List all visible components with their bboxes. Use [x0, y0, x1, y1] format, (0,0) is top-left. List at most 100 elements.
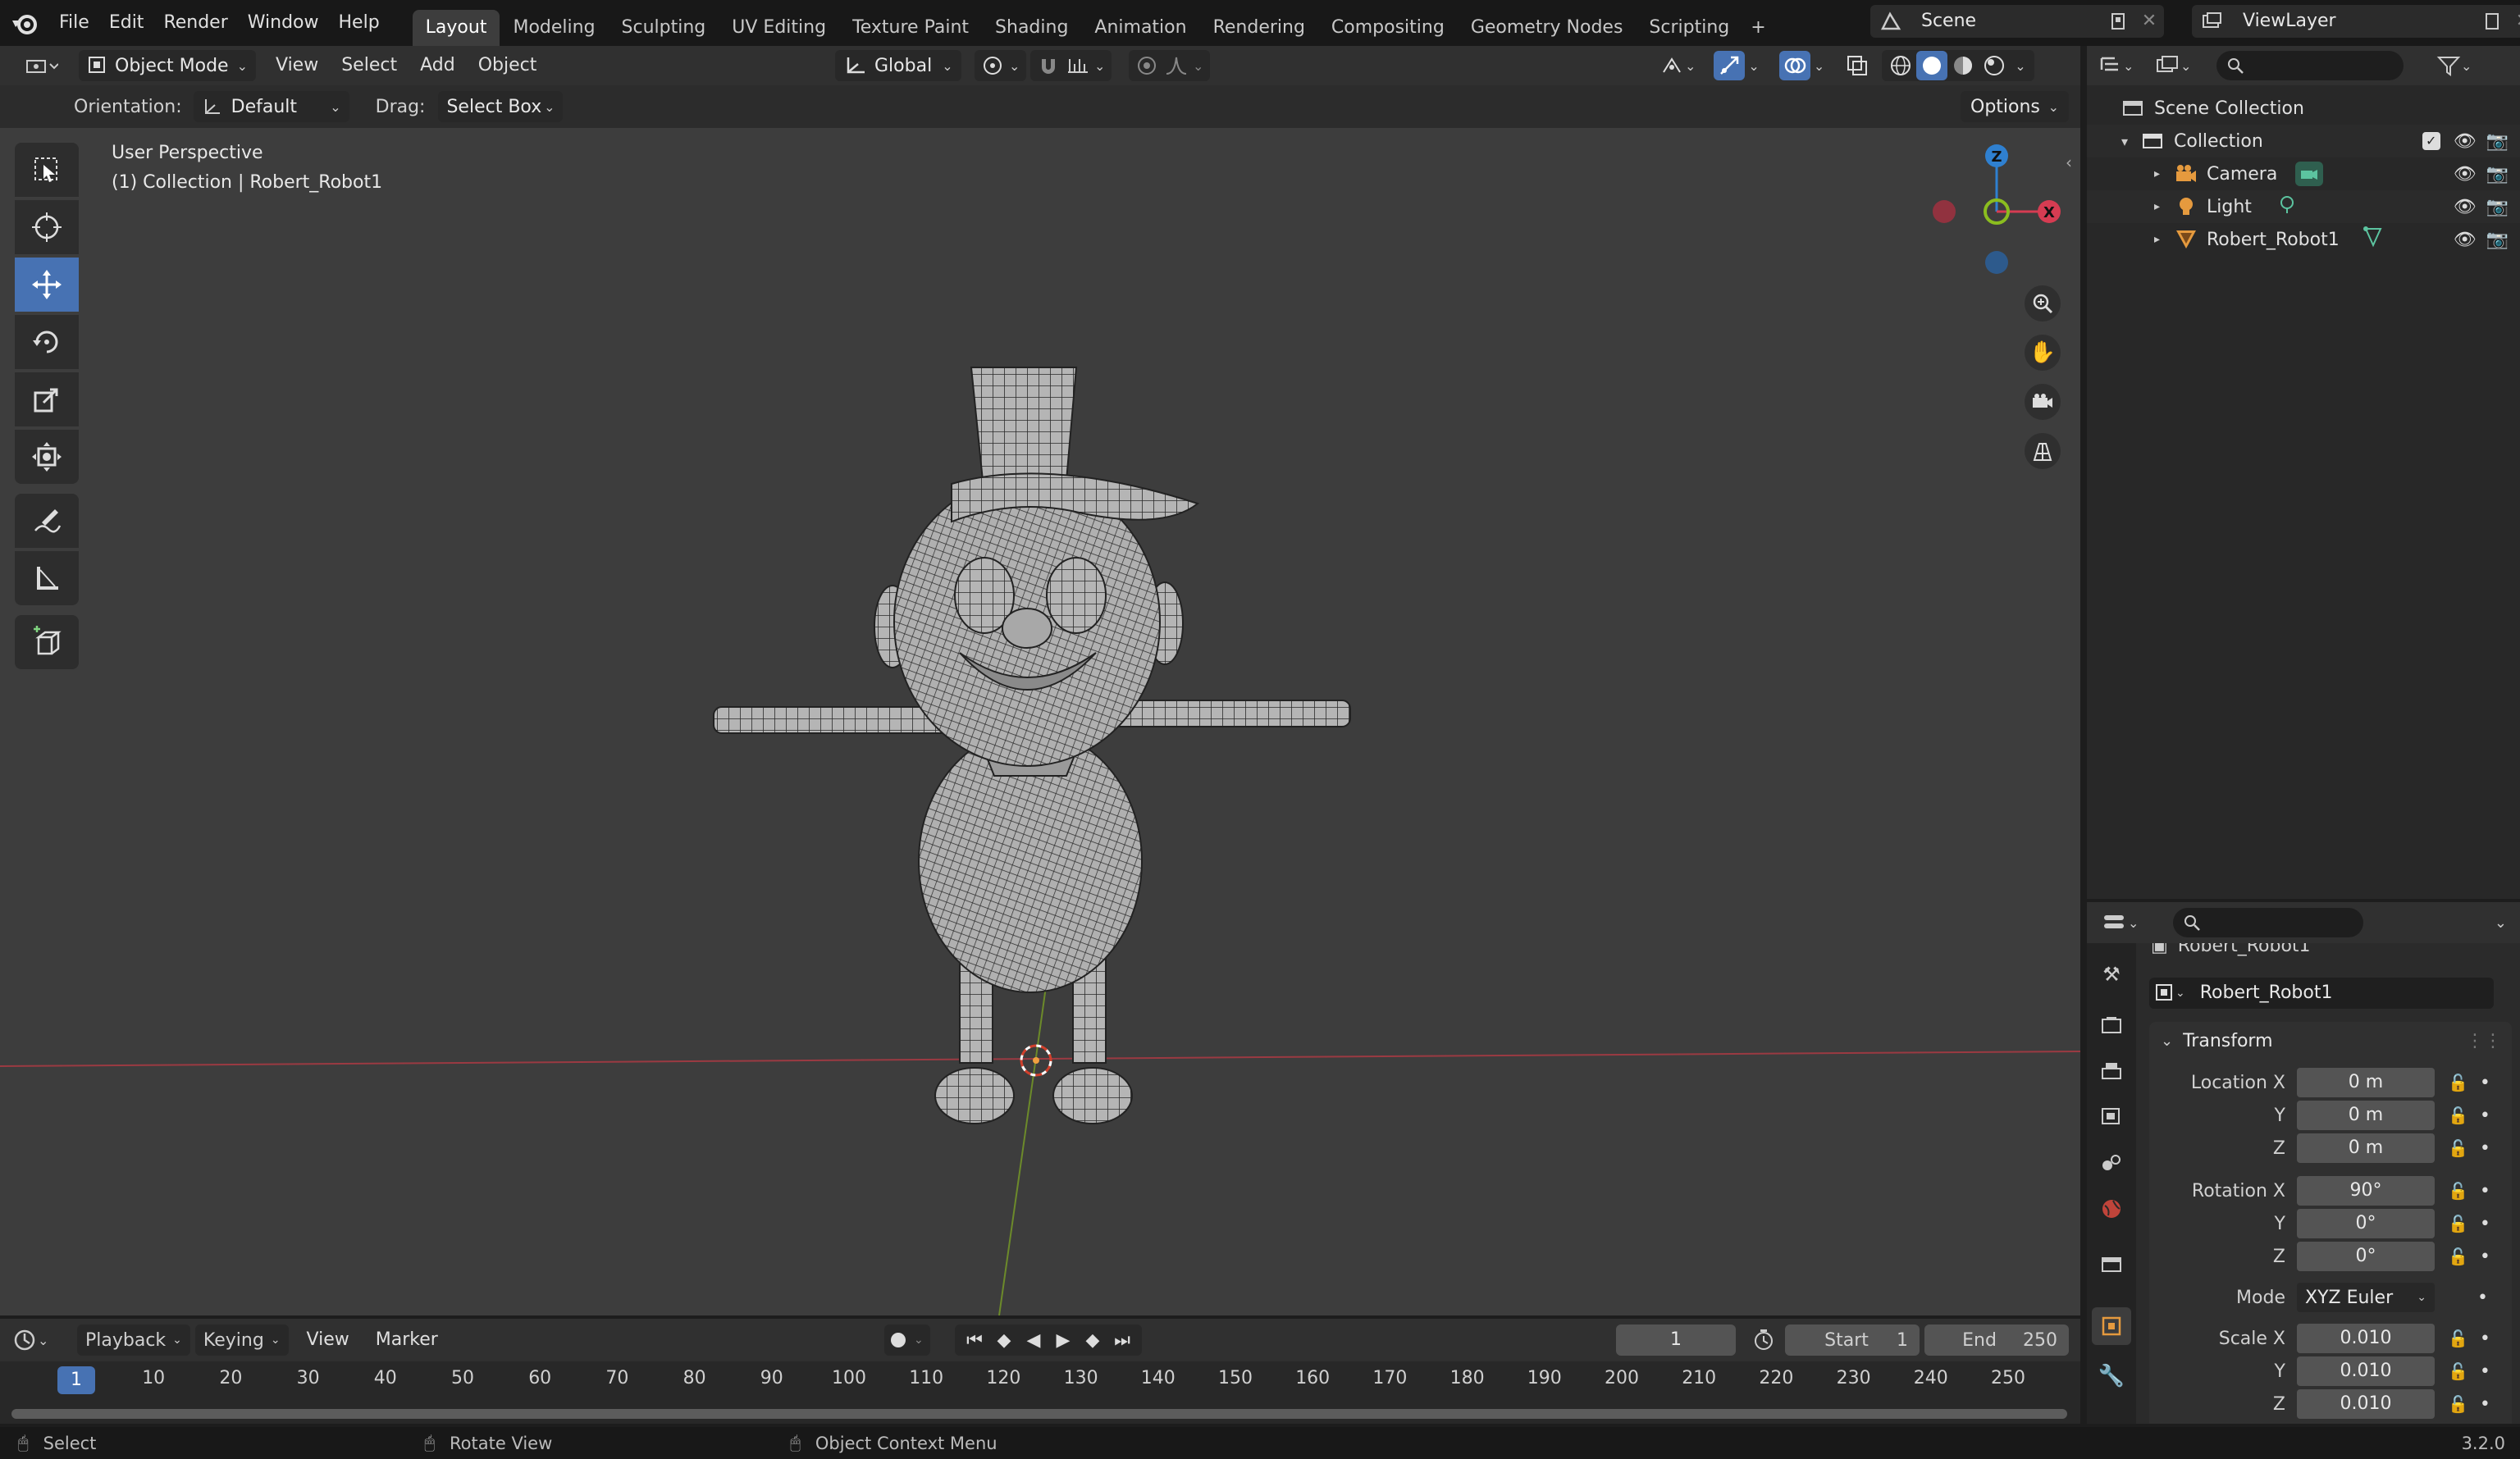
menu-help[interactable]: Help	[329, 7, 390, 39]
tab-scripting[interactable]: Scripting	[1636, 10, 1742, 46]
next-keyframe-icon[interactable]: ◆	[1078, 1330, 1107, 1351]
start-frame-field[interactable]: Start 1	[1785, 1324, 1920, 1356]
outliner-filter[interactable]: ⌄	[2436, 54, 2472, 77]
snap-magnet-icon[interactable]	[1037, 54, 1061, 77]
tab-layout[interactable]: Layout	[412, 10, 500, 46]
lock-icon[interactable]: 🔓	[2448, 1106, 2468, 1125]
keyframe-dot-icon[interactable]: •	[2480, 1214, 2490, 1234]
scene-tab-icon[interactable]	[2095, 1147, 2128, 1179]
output-tab-icon[interactable]	[2095, 1055, 2128, 1087]
expand-arrow-icon[interactable]: ▸	[2154, 167, 2174, 180]
keying-menu[interactable]: Keying ⌄	[194, 1324, 289, 1356]
gizmo-toggle[interactable]: ⌄	[1709, 50, 1764, 81]
view-layer-selector[interactable]: ViewLayer ✕	[2192, 5, 2520, 38]
play-reverse-icon[interactable]: ◀	[1019, 1330, 1048, 1351]
tab-animation[interactable]: Animation	[1081, 10, 1199, 46]
delete-view-layer-icon[interactable]: ✕	[2509, 5, 2520, 38]
wireframe-shading-icon[interactable]	[1885, 51, 1916, 80]
lock-icon[interactable]: 🔓	[2448, 1247, 2468, 1266]
timeline-editor-type[interactable]: ⌄	[13, 1329, 66, 1352]
new-scene-icon[interactable]	[2102, 5, 2134, 38]
checkbox-icon[interactable]: ✓	[2422, 132, 2440, 150]
overlays-toggle[interactable]: ⌄	[1774, 50, 1829, 81]
drag-handle-icon[interactable]: ⋮⋮	[2466, 1031, 2502, 1051]
end-frame-field[interactable]: End 250	[1924, 1324, 2069, 1356]
expand-arrow-icon[interactable]: ▸	[2154, 233, 2174, 246]
mode-selector[interactable]: Object Mode ⌄	[79, 50, 256, 81]
pan-hand-icon[interactable]: ✋	[2025, 335, 2061, 371]
timeline-marker-menu[interactable]: Marker	[368, 1324, 446, 1356]
playback-menu[interactable]: Playback ⌄	[77, 1324, 190, 1356]
menu-select[interactable]: Select	[333, 49, 405, 82]
rotation-z-field[interactable]: 0°	[2297, 1242, 2435, 1271]
eye-icon[interactable]: 👁	[2454, 164, 2477, 185]
delete-scene-icon[interactable]: ✕	[2134, 5, 2164, 38]
world-tab-icon[interactable]	[2095, 1192, 2128, 1225]
rotation-mode-dropdown[interactable]: XYZ Euler ⌄	[2297, 1283, 2435, 1312]
transform-tool[interactable]	[15, 430, 79, 484]
properties-editor-type[interactable]: ⌄	[2102, 912, 2139, 933]
keyframe-dot-icon[interactable]: •	[2480, 1181, 2490, 1201]
view-layer-tab-icon[interactable]	[2095, 1101, 2128, 1133]
object-name-field[interactable]: Robert_Robot1	[2189, 978, 2494, 1009]
eye-icon[interactable]: 👁	[2454, 230, 2477, 250]
blender-logo-icon[interactable]	[0, 0, 49, 46]
lock-icon[interactable]: 🔓	[2448, 1361, 2468, 1381]
navigation-gizmo[interactable]: Z X	[1920, 136, 2067, 284]
lock-icon[interactable]: 🔓	[2448, 1181, 2468, 1201]
tab-rendering[interactable]: Rendering	[1200, 10, 1318, 46]
render-tab-icon[interactable]	[2095, 1009, 2128, 1042]
add-workspace-button[interactable]: +	[1742, 10, 1774, 46]
outliner-search-input[interactable]	[2216, 51, 2404, 80]
keyframe-dot-icon[interactable]: •	[2480, 1394, 2490, 1415]
rotation-y-field[interactable]: 0°	[2297, 1209, 2435, 1238]
ortho-grid-icon[interactable]	[2025, 433, 2061, 469]
camera-render-icon[interactable]: 📷	[2486, 131, 2509, 152]
camera-render-icon[interactable]: 📷	[2486, 197, 2509, 217]
collection-row[interactable]: ▾ Collection ✓ 👁 📷	[2087, 125, 2520, 157]
preview-range-icon[interactable]	[1747, 1324, 1780, 1356]
rotation-x-field[interactable]: 90°	[2297, 1176, 2435, 1206]
eye-icon[interactable]: 👁	[2454, 131, 2477, 152]
outliner-editor-type[interactable]: ⌄	[2098, 55, 2151, 76]
snap-controls[interactable]: ⌄	[1030, 50, 1112, 81]
light-data-icon[interactable]	[2276, 194, 2298, 220]
menu-window[interactable]: Window	[238, 7, 329, 39]
outliner-item-light[interactable]: ▸ Light 👁 📷	[2087, 190, 2520, 223]
view-layer-name-field[interactable]: ViewLayer	[2233, 5, 2476, 38]
measure-tool[interactable]	[15, 551, 79, 605]
outliner-item-robot[interactable]: ▸ Robert_Robot1 👁 📷	[2087, 223, 2520, 256]
collection-tab-icon[interactable]	[2095, 1248, 2128, 1281]
add-cube-tool[interactable]	[15, 615, 79, 669]
scale-x-field[interactable]: 0.010	[2297, 1324, 2435, 1353]
auto-keying[interactable]: ⌄	[884, 1324, 930, 1356]
lock-icon[interactable]: 🔓	[2448, 1394, 2468, 1414]
current-frame-field[interactable]: 1	[1616, 1324, 1736, 1356]
menu-object[interactable]: Object	[470, 49, 546, 82]
snap-increment-icon[interactable]	[1066, 54, 1091, 77]
orientation-setting-dropdown[interactable]: Default ⌄	[193, 91, 349, 122]
keyframe-dot-icon[interactable]: •	[2480, 1361, 2490, 1382]
tab-geometry-nodes[interactable]: Geometry Nodes	[1458, 10, 1637, 46]
display-mode-selector[interactable]: ⌄	[2156, 55, 2208, 76]
camera-data-icon[interactable]	[2295, 162, 2324, 186]
scale-y-field[interactable]: 0.010	[2297, 1356, 2435, 1386]
lock-icon[interactable]: 🔓	[2448, 1214, 2468, 1233]
timeline-scrollbar[interactable]	[11, 1409, 2067, 1419]
jump-end-icon[interactable]: ⏭	[1107, 1330, 1137, 1351]
object-type-dropdown[interactable]: ⌄	[2149, 978, 2190, 1009]
lock-icon[interactable]: 🔓	[2448, 1329, 2468, 1348]
zoom-icon[interactable]	[2025, 285, 2061, 321]
lock-icon[interactable]: 🔓	[2448, 1138, 2468, 1158]
menu-edit[interactable]: Edit	[99, 7, 154, 39]
menu-file[interactable]: File	[49, 7, 99, 39]
jump-start-icon[interactable]: ⏮	[960, 1330, 989, 1351]
object-visibility-selector[interactable]: ⌄	[1655, 50, 1701, 81]
menu-render[interactable]: Render	[153, 7, 237, 39]
prev-keyframe-icon[interactable]: ◆	[989, 1330, 1019, 1351]
cursor-tool[interactable]	[15, 200, 79, 254]
location-x-field[interactable]: 0 m	[2297, 1068, 2435, 1097]
tab-compositing[interactable]: Compositing	[1318, 10, 1458, 46]
timeline-view-menu[interactable]: View	[299, 1324, 358, 1356]
properties-search-input[interactable]	[2173, 908, 2364, 937]
